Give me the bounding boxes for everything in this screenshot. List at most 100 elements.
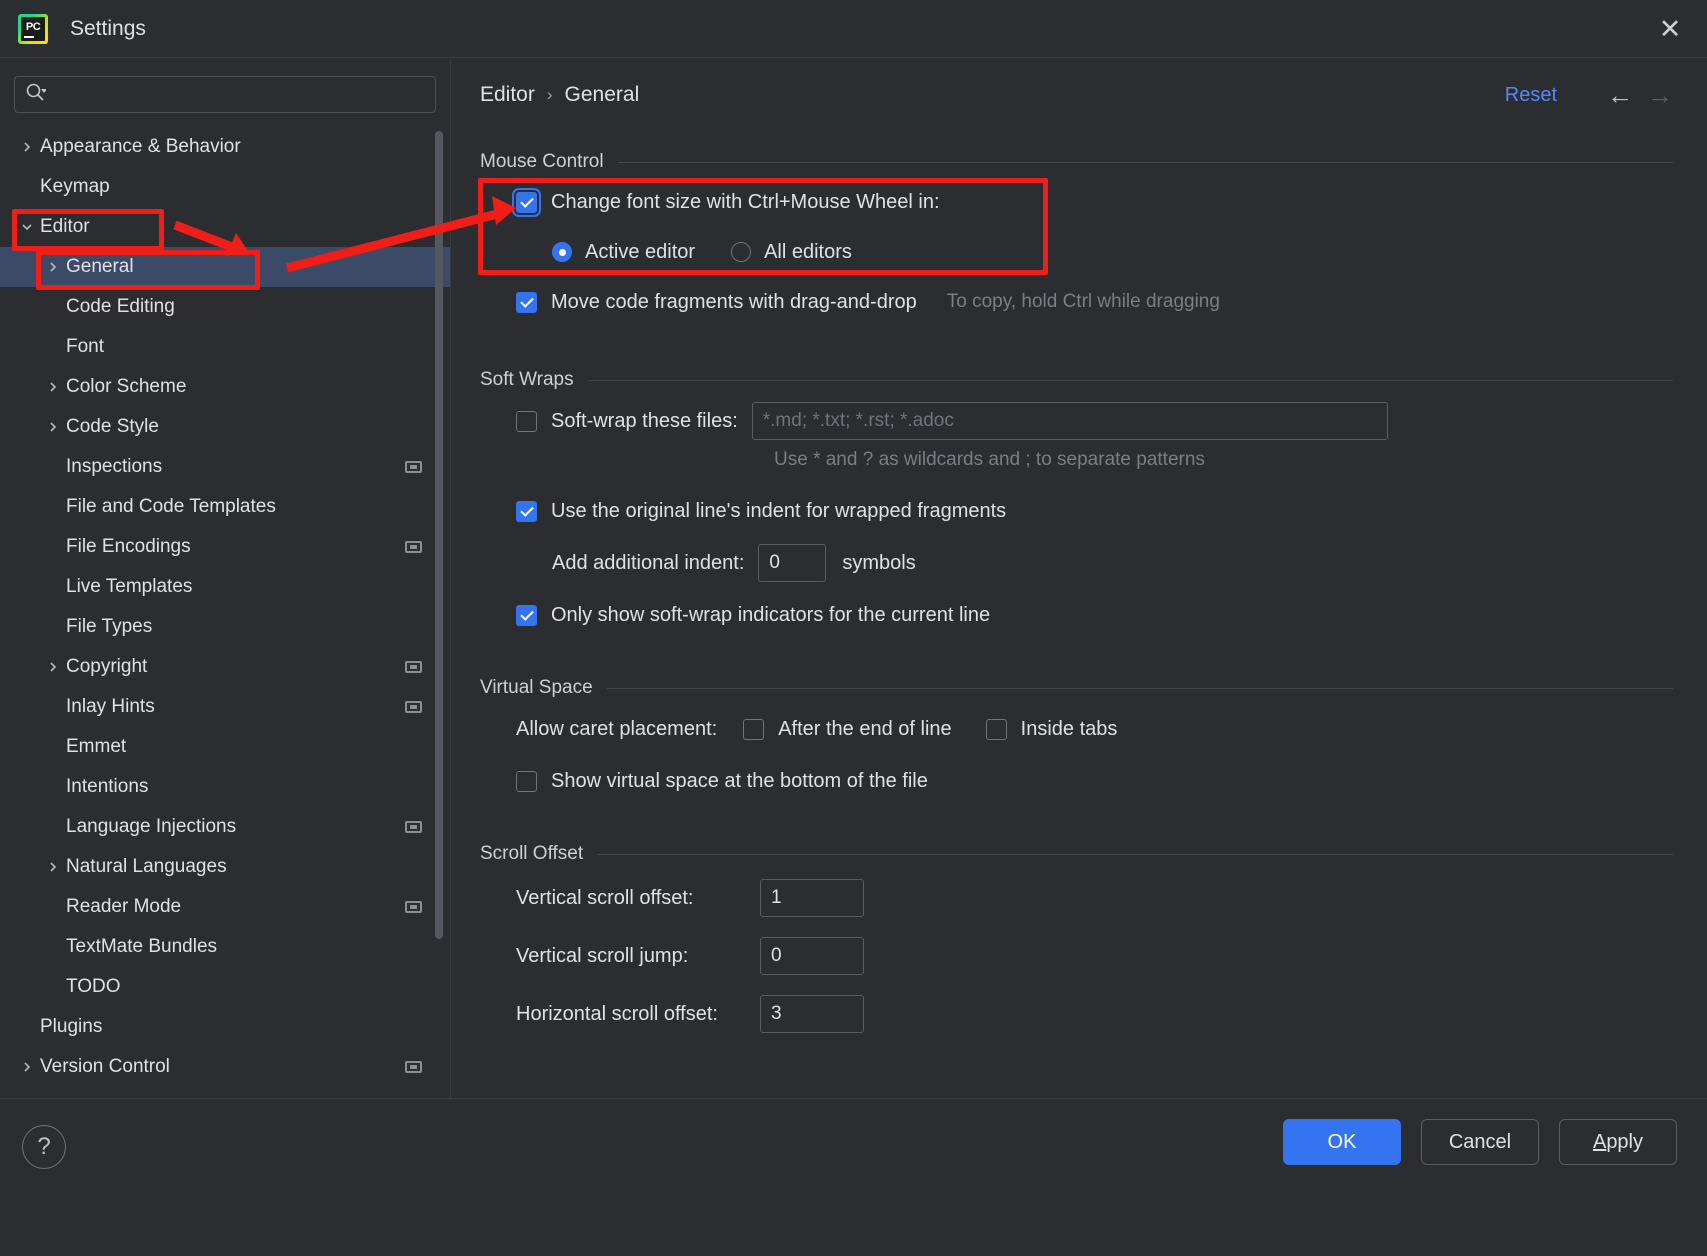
sidebar-item-label: Emmet bbox=[66, 736, 127, 757]
sidebar-item-reader-mode[interactable]: Reader Mode bbox=[0, 887, 450, 927]
soft-wrap-files-checkbox[interactable] bbox=[516, 410, 537, 432]
chevron-right-icon[interactable] bbox=[14, 141, 40, 153]
scroll-field-input[interactable] bbox=[760, 937, 864, 975]
radio-active-editor[interactable] bbox=[552, 242, 572, 262]
sidebar-item-inspections[interactable]: Inspections bbox=[0, 447, 450, 487]
additional-indent-row: Add additional indent: symbols bbox=[480, 537, 1673, 589]
sidebar-item-todo[interactable]: TODO bbox=[0, 967, 450, 1007]
section-mouse-control-header: Mouse Control bbox=[480, 151, 1673, 173]
change-font-size-row: Change font size with Ctrl+Mouse Wheel i… bbox=[480, 177, 1673, 227]
breadcrumb-item-editor[interactable]: Editor bbox=[480, 83, 535, 107]
sidebar-item-label: File Encodings bbox=[66, 536, 191, 557]
sidebar-item-label: Code Editing bbox=[66, 296, 175, 317]
show-virtual-space-label[interactable]: Show virtual space at the bottom of the … bbox=[551, 770, 928, 793]
change-font-size-label[interactable]: Change font size with Ctrl+Mouse Wheel i… bbox=[551, 191, 940, 214]
sidebar-item-intentions[interactable]: Intentions bbox=[0, 767, 450, 807]
chevron-right-icon[interactable] bbox=[40, 421, 66, 433]
search-input[interactable] bbox=[52, 85, 425, 104]
sidebar-item-emmet[interactable]: Emmet bbox=[0, 727, 450, 767]
sidebar-item-file-types[interactable]: File Types bbox=[0, 607, 450, 647]
sidebar-item-label: Color Scheme bbox=[66, 376, 187, 397]
scroll-field-label: Vertical scroll offset: bbox=[516, 886, 694, 909]
cancel-button[interactable]: Cancel bbox=[1421, 1119, 1539, 1165]
search-icon bbox=[25, 82, 47, 108]
sidebar-item-label: Intentions bbox=[66, 776, 149, 797]
sidebar-item-general[interactable]: General bbox=[0, 247, 450, 287]
radio-active-editor-label[interactable]: Active editor bbox=[585, 241, 695, 264]
after-end-of-line-label[interactable]: After the end of line bbox=[778, 718, 951, 741]
project-scope-icon bbox=[405, 1061, 422, 1073]
change-font-size-checkbox[interactable] bbox=[516, 191, 537, 213]
chevron-right-icon[interactable] bbox=[40, 261, 66, 273]
sidebar-item-file-encodings[interactable]: File Encodings bbox=[0, 527, 450, 567]
scroll-field-input[interactable] bbox=[760, 879, 864, 917]
close-icon[interactable]: ✕ bbox=[1649, 8, 1691, 50]
original-indent-label[interactable]: Use the original line's indent for wrapp… bbox=[551, 500, 1006, 523]
section-title: Virtual Space bbox=[480, 677, 593, 698]
radio-all-editors[interactable] bbox=[731, 242, 752, 262]
arrow-right-icon[interactable]: → bbox=[1647, 82, 1673, 108]
sidebar-item-label: TextMate Bundles bbox=[66, 936, 218, 957]
sidebar-item-label: Plugins bbox=[40, 1016, 103, 1037]
help-icon[interactable]: ? bbox=[22, 1125, 66, 1169]
show-virtual-space-row: Show virtual space at the bottom of the … bbox=[480, 755, 1673, 807]
sidebar-item-file-and-code-templates[interactable]: File and Code Templates bbox=[0, 487, 450, 527]
settings-dialog: PC Settings ✕ Appearance & Behavior Keyma… bbox=[0, 0, 1707, 1256]
only-current-line-checkbox[interactable] bbox=[516, 604, 537, 626]
sidebar-item-copyright[interactable]: Copyright bbox=[0, 647, 450, 687]
chevron-right-icon[interactable] bbox=[40, 381, 66, 393]
show-virtual-space-checkbox[interactable] bbox=[516, 770, 537, 792]
chevron-right-icon[interactable] bbox=[14, 1061, 40, 1073]
sidebar-item-color-scheme[interactable]: Color Scheme bbox=[0, 367, 450, 407]
ok-button[interactable]: OK bbox=[1283, 1119, 1401, 1165]
sidebar-item-textmate-bundles[interactable]: TextMate Bundles bbox=[0, 927, 450, 967]
sidebar-item-language-injections[interactable]: Language Injections bbox=[0, 807, 450, 847]
inside-tabs-checkbox[interactable] bbox=[985, 718, 1007, 740]
section-rule bbox=[587, 379, 1673, 381]
soft-wrap-files-input[interactable] bbox=[751, 402, 1388, 440]
sidebar-item-code-editing[interactable]: Code Editing bbox=[0, 287, 450, 327]
original-indent-checkbox[interactable] bbox=[516, 500, 537, 522]
chevron-right-icon[interactable] bbox=[40, 861, 66, 873]
additional-indent-input[interactable] bbox=[758, 544, 827, 582]
breadcrumb-separator-icon: › bbox=[546, 85, 553, 104]
after-end-of-line-checkbox[interactable] bbox=[743, 718, 765, 740]
sidebar-item-font[interactable]: Font bbox=[0, 327, 450, 367]
breadcrumb: Editor › General Reset ← → bbox=[451, 59, 1707, 131]
reset-link[interactable]: Reset bbox=[1505, 84, 1557, 107]
window-title: Settings bbox=[70, 16, 146, 40]
sidebar-item-version-control[interactable]: Version Control bbox=[0, 1047, 450, 1087]
sidebar-item-live-templates[interactable]: Live Templates bbox=[0, 567, 450, 607]
breadcrumb-item-general[interactable]: General bbox=[565, 83, 640, 107]
scroll-field-input[interactable] bbox=[760, 995, 864, 1033]
chevron-right-icon[interactable] bbox=[40, 661, 66, 673]
sidebar-item-label: Appearance & Behavior bbox=[40, 136, 241, 157]
project-scope-icon bbox=[405, 461, 422, 473]
soft-wrap-files-label[interactable]: Soft-wrap these files: bbox=[551, 410, 738, 433]
apply-rest: pply bbox=[1606, 1130, 1644, 1153]
sidebar-item-natural-languages[interactable]: Natural Languages bbox=[0, 847, 450, 887]
chevron-down-icon[interactable] bbox=[14, 221, 40, 233]
apply-button[interactable]: Apply bbox=[1559, 1119, 1677, 1165]
search-wrapper bbox=[0, 59, 450, 113]
sidebar-item-appearance-behavior[interactable]: Appearance & Behavior bbox=[0, 127, 450, 167]
arrow-left-icon[interactable]: ← bbox=[1607, 82, 1633, 108]
sidebar-item-code-style[interactable]: Code Style bbox=[0, 407, 450, 447]
sidebar-item-keymap[interactable]: Keymap bbox=[0, 167, 450, 207]
sidebar-item-plugins[interactable]: Plugins bbox=[0, 1007, 450, 1047]
drag-and-drop-label[interactable]: Move code fragments with drag-and-drop bbox=[551, 291, 917, 314]
search-box[interactable] bbox=[14, 76, 436, 113]
sidebar-scrollbar-thumb[interactable] bbox=[435, 131, 443, 939]
sidebar-item-inlay-hints[interactable]: Inlay Hints bbox=[0, 687, 450, 727]
sidebar-item-editor[interactable]: Editor bbox=[0, 207, 450, 247]
project-scope-icon bbox=[405, 701, 422, 713]
pycharm-icon: PC bbox=[18, 13, 48, 44]
sidebar-item-label: Live Templates bbox=[66, 576, 193, 597]
project-scope-icon bbox=[405, 901, 422, 913]
radio-all-editors-label[interactable]: All editors bbox=[764, 241, 852, 264]
drag-and-drop-checkbox[interactable] bbox=[516, 291, 537, 313]
section-rule bbox=[597, 853, 1673, 855]
only-current-line-label[interactable]: Only show soft-wrap indicators for the c… bbox=[551, 604, 990, 627]
sidebar-item-label: Version Control bbox=[40, 1056, 170, 1077]
inside-tabs-label[interactable]: Inside tabs bbox=[1021, 718, 1118, 741]
